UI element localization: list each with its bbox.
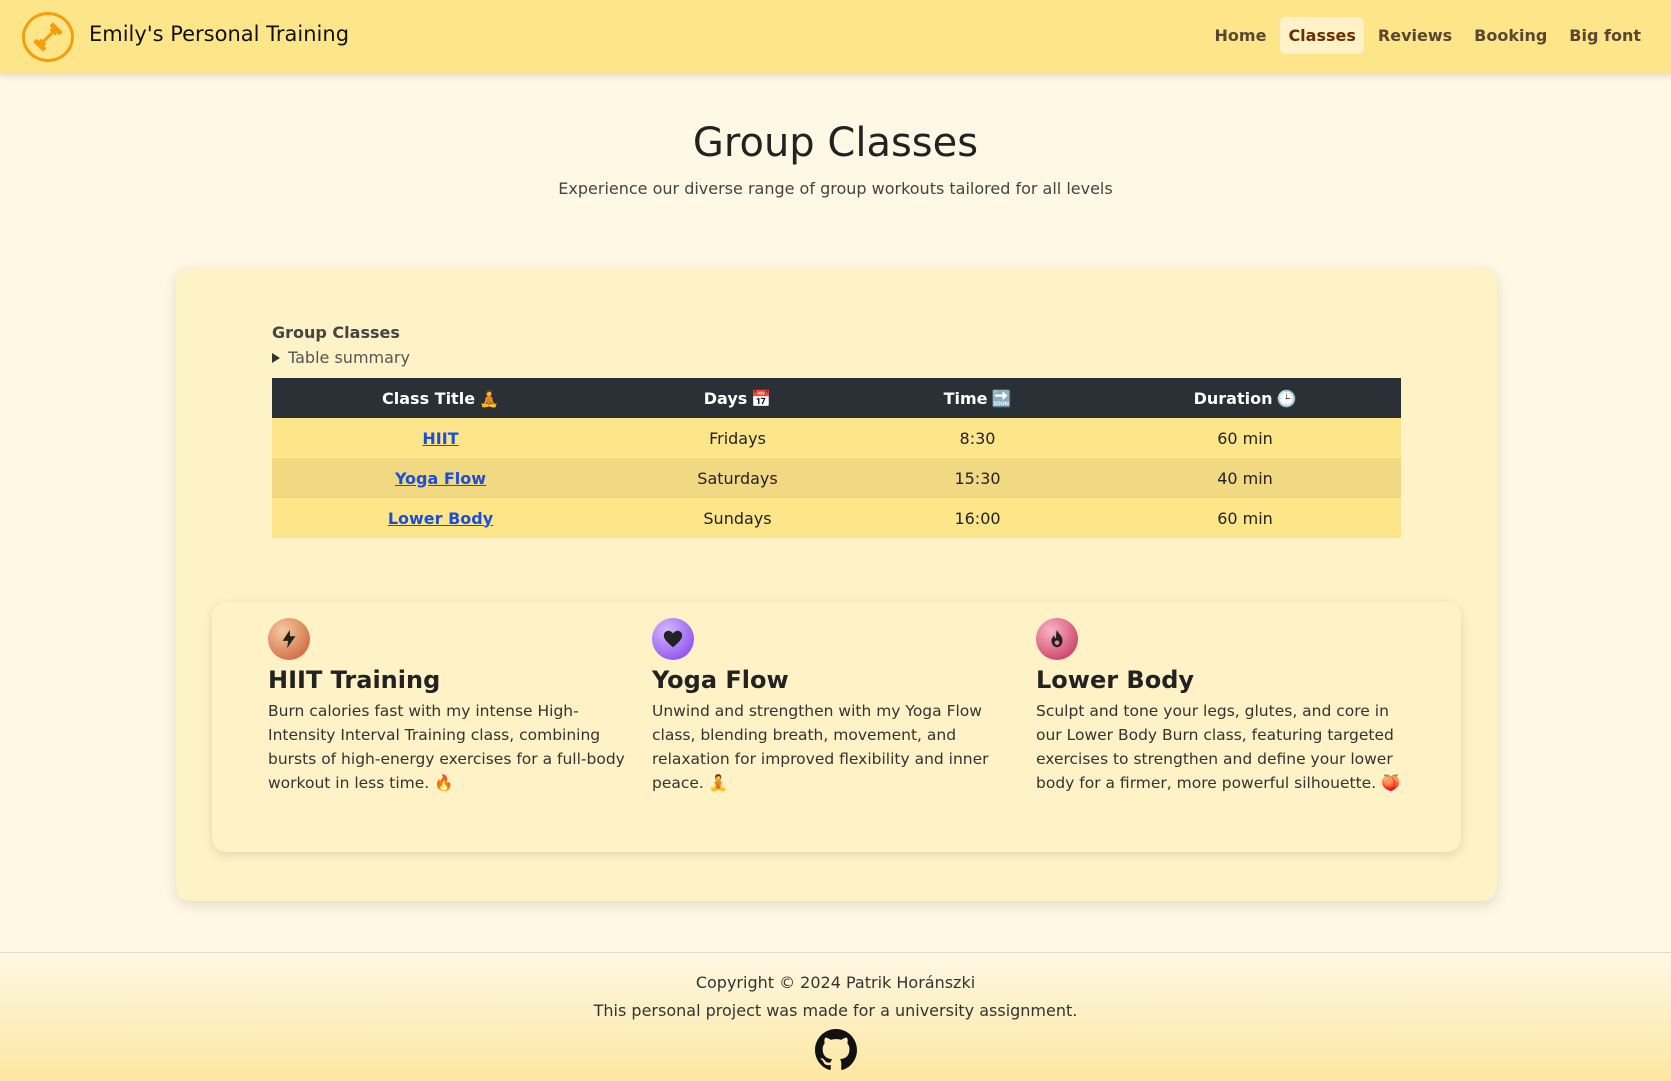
- class-link-hiit[interactable]: HIIT: [422, 429, 458, 448]
- header-class-title: Class Title 🧘: [272, 378, 609, 418]
- page-title: Group Classes: [692, 120, 979, 166]
- table-cell: Saturdays: [609, 458, 866, 498]
- class-link-lower-body[interactable]: Lower Body: [388, 509, 493, 528]
- features-card: HIIT Training Burn calories fast with my…: [212, 602, 1461, 852]
- feature-title: HIIT Training: [268, 666, 441, 694]
- footer: Copyright © 2024 Patrik Horánszki This p…: [0, 952, 1671, 1081]
- feature-text: Unwind and strengthen with my Yoga Flow …: [652, 702, 989, 792]
- heart-icon: [652, 618, 694, 660]
- feature-text: Burn calories fast with my intense High-…: [268, 702, 625, 792]
- class-link-yoga-flow[interactable]: Yoga Flow: [395, 469, 486, 488]
- triangle-right-icon: [272, 352, 280, 363]
- table-caption: Group Classes: [272, 323, 400, 342]
- table-row: Yoga Flow Saturdays 15:30 40 min: [272, 458, 1401, 498]
- feature-yoga-flow: Yoga Flow Unwind and strengthen with my …: [652, 618, 1022, 795]
- dumbbell-icon[interactable]: [22, 12, 74, 62]
- header-time: Time 🔜: [866, 378, 1089, 418]
- table-summary-label: Table summary: [288, 348, 410, 367]
- feature-hiit: HIIT Training Burn calories fast with my…: [268, 618, 638, 795]
- table-summary-toggle[interactable]: Table summary: [272, 348, 410, 367]
- meditation-icon: 🧘: [479, 388, 499, 408]
- table-cell: 8:30: [866, 418, 1089, 458]
- page-subtitle: Experience our diverse range of group wo…: [558, 179, 1113, 198]
- feature-title: Yoga Flow: [652, 666, 789, 694]
- header-days: Days 📅: [609, 378, 866, 418]
- table-cell: Fridays: [609, 418, 866, 458]
- github-icon[interactable]: [815, 1029, 857, 1071]
- table-row: HIIT Fridays 8:30 60 min: [272, 418, 1401, 458]
- table-cell: Sundays: [609, 498, 866, 538]
- fire-icon: [1036, 618, 1078, 660]
- footer-copyright: Copyright © 2024 Patrik Horánszki: [695, 973, 976, 992]
- table-cell: 40 min: [1089, 458, 1401, 498]
- nav-big-font[interactable]: Big font: [1561, 17, 1649, 54]
- brand-name[interactable]: Emily's Personal Training: [89, 22, 349, 46]
- clock-icon: 🕒: [1276, 388, 1297, 408]
- feature-text: Sculpt and tone your legs, glutes, and c…: [1036, 702, 1401, 792]
- classes-card: Group Classes Table summary Class Title 🧘…: [176, 268, 1497, 901]
- header-duration: Duration 🕒: [1089, 378, 1401, 418]
- nav-reviews[interactable]: Reviews: [1370, 17, 1460, 54]
- navbar: Emily's Personal Training Home Classes R…: [0, 0, 1671, 74]
- table-cell: 16:00: [866, 498, 1089, 538]
- table-cell: 15:30: [866, 458, 1089, 498]
- calendar-icon: 📅: [751, 388, 772, 408]
- nav-home[interactable]: Home: [1207, 17, 1275, 54]
- nav-links: Home Classes Reviews Booking Big font: [1207, 17, 1649, 54]
- feature-lower-body: Lower Body Sculpt and tone your legs, gl…: [1036, 618, 1406, 795]
- table-row: Lower Body Sundays 16:00 60 min: [272, 498, 1401, 538]
- nav-booking[interactable]: Booking: [1466, 17, 1555, 54]
- nav-classes[interactable]: Classes: [1280, 17, 1364, 54]
- soon-arrow-icon: 🔜: [991, 388, 1012, 408]
- table-cell: 60 min: [1089, 498, 1401, 538]
- footer-note: This personal project was made for a uni…: [593, 1001, 1078, 1020]
- lightning-icon: [268, 618, 310, 660]
- feature-title: Lower Body: [1036, 666, 1195, 694]
- table-cell: 60 min: [1089, 418, 1401, 458]
- classes-table: Class Title 🧘 Days 📅 Time 🔜 Duration 🕒 HIIT …: [272, 378, 1401, 538]
